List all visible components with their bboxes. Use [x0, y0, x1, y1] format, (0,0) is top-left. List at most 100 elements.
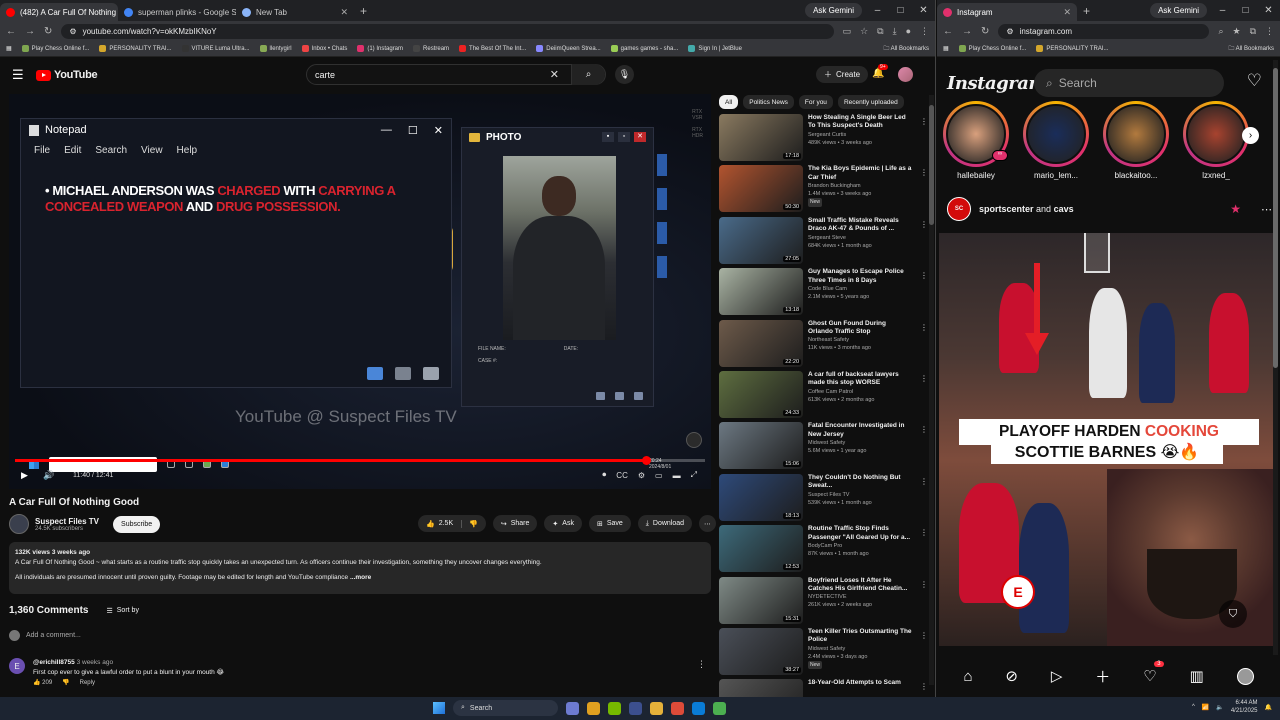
- ask-button[interactable]: ✦ Ask: [544, 515, 582, 532]
- scrollbar-thumb[interactable]: [929, 105, 934, 225]
- start-icon[interactable]: [433, 702, 445, 714]
- volume-icon[interactable]: 🔈: [1216, 704, 1223, 711]
- commenter-avatar[interactable]: E: [9, 658, 25, 674]
- video-thumbnail[interactable]: 18:13: [719, 473, 803, 521]
- channel-avatar[interactable]: [9, 514, 29, 534]
- progress-bar[interactable]: [15, 456, 705, 465]
- add-comment-row[interactable]: Add a comment...: [9, 630, 81, 641]
- bookmark-item[interactable]: Restream: [413, 45, 449, 52]
- video-menu-icon[interactable]: ⋮: [920, 117, 928, 126]
- copilot-icon[interactable]: [566, 701, 579, 715]
- youtube-logo[interactable]: YouTube: [36, 69, 98, 81]
- scrubber-handle[interactable]: [641, 456, 651, 465]
- video-thumbnail[interactable]: 15:06: [719, 422, 803, 470]
- tab-item[interactable]: New Tab ✕: [236, 3, 354, 21]
- video-channel[interactable]: Brandon Buckingham: [808, 182, 912, 190]
- recommended-video[interactable]: 38:27 Teen Killer Tries Outsmarting The P…: [719, 627, 931, 679]
- bookmark-item[interactable]: Play Chess Online f...: [958, 45, 1026, 52]
- video-title[interactable]: Teen Killer Tries Outsmarting The Police: [808, 628, 912, 645]
- theater-icon[interactable]: ▬: [673, 471, 681, 480]
- tab-item[interactable]: superman plinks - Google Sea✕: [118, 3, 236, 21]
- recommended-video[interactable]: 50:30 The Kia Boys Epidemic | Life as a C…: [719, 165, 931, 216]
- recommended-video[interactable]: 27:05 Small Traffic Mistake Reveals Draco…: [719, 216, 931, 268]
- site-info-icon[interactable]: ⚙: [69, 27, 76, 36]
- video-channel[interactable]: Midwest Safety: [808, 439, 912, 447]
- video-channel[interactable]: Sergeant Steve: [808, 234, 912, 242]
- video-menu-icon[interactable]: ⋮: [920, 425, 928, 434]
- bookmark-item[interactable]: games games - sha...: [610, 45, 678, 52]
- video-thumbnail[interactable]: 24:33: [719, 370, 803, 418]
- video-menu-icon[interactable]: ⋮: [920, 271, 928, 280]
- video-menu-icon[interactable]: ⋮: [920, 631, 928, 640]
- close-icon[interactable]: ✕: [1257, 5, 1280, 16]
- menu-icon[interactable]: ⋮: [1265, 26, 1274, 37]
- stories-next-icon[interactable]: ›: [1242, 127, 1259, 144]
- recommended-video[interactable]: 15:06 Fatal Encounter Investigated in New…: [719, 422, 931, 473]
- video-title[interactable]: How Stealing A Single Beer Led To This S…: [808, 114, 912, 131]
- bookmark-item[interactable]: llentygirl: [259, 45, 292, 52]
- video-thumbnail[interactable]: 22:20: [719, 319, 803, 367]
- video-menu-icon[interactable]: ⋮: [920, 220, 928, 229]
- comment-like-button[interactable]: 👍 209: [33, 678, 52, 688]
- create-button[interactable]: ＋ Create: [816, 66, 869, 83]
- notifications-heart-icon[interactable]: ♡: [1247, 71, 1262, 91]
- search-input[interactable]: carte: [315, 70, 335, 80]
- steam-icon[interactable]: [629, 701, 642, 715]
- reply-button[interactable]: Reply: [80, 678, 95, 688]
- video-title[interactable]: Fatal Encounter Investigated in New Jers…: [808, 422, 912, 439]
- story-item[interactable]: mario_lem...: [1023, 101, 1089, 186]
- scrollbar-thumb[interactable]: [1273, 68, 1278, 368]
- add-comment-input[interactable]: Add a comment...: [26, 632, 81, 639]
- home-icon[interactable]: ⌂: [963, 668, 972, 685]
- recommended-video[interactable]: 18:13 They Couldn't Do Nothing But Sweat.…: [719, 473, 931, 525]
- post-author[interactable]: sportscenter: [979, 204, 1034, 214]
- file-explorer-icon[interactable]: [587, 701, 600, 715]
- miniplayer-icon[interactable]: ▭: [655, 471, 663, 480]
- recommended-video[interactable]: 13:18 Guy Manages to Escape Police Three …: [719, 268, 931, 319]
- search-box[interactable]: carte ✕ ⌕: [306, 64, 606, 85]
- video-menu-icon[interactable]: ⋮: [920, 374, 928, 383]
- chrome-icon[interactable]: [671, 701, 684, 715]
- fullscreen-icon[interactable]: ⤢: [691, 470, 697, 480]
- video-channel[interactable]: Midwest Safety: [808, 645, 912, 653]
- video-thumbnail[interactable]: 12:53: [719, 525, 803, 573]
- video-thumbnail[interactable]: 13:18: [719, 268, 803, 316]
- video-channel[interactable]: BodyCam Pro: [808, 542, 912, 550]
- close-tab-icon[interactable]: ✕: [1063, 7, 1071, 18]
- show-more-link[interactable]: ...more: [350, 574, 371, 581]
- zoom-icon[interactable]: ⌕: [1218, 26, 1223, 37]
- video-channel[interactable]: NYDETECTIVE: [808, 593, 912, 601]
- notification-icon[interactable]: 🔔: [1265, 704, 1272, 711]
- nvidia-icon[interactable]: [608, 701, 621, 715]
- video-thumbnail[interactable]: [719, 679, 803, 697]
- recommended-video[interactable]: 18-Year-Old Attempts to Scam ⋮: [719, 679, 931, 697]
- new-tab-button[interactable]: +: [1077, 4, 1096, 18]
- video-channel[interactable]: Code Blue Cam: [808, 285, 912, 293]
- clock[interactable]: 6:44 AM 4/21/2025: [1231, 699, 1258, 715]
- video-title[interactable]: The Kia Boys Epidemic | Life as a Car Th…: [808, 165, 912, 182]
- comment-dislike-icon[interactable]: 👎: [62, 678, 69, 688]
- video-channel[interactable]: Coffee Cam Patrol: [808, 388, 912, 396]
- bookmark-item[interactable]: (1) Instagram: [357, 45, 403, 52]
- reload-icon[interactable]: ↻: [981, 26, 989, 37]
- filter-icon[interactable]: ⛉: [1219, 600, 1247, 628]
- channel-branding-button[interactable]: [686, 432, 702, 448]
- menu-icon[interactable]: ⋮: [920, 26, 929, 37]
- apps-icon[interactable]: ▦: [6, 45, 12, 52]
- apps-icon[interactable]: ▦: [943, 45, 949, 52]
- bookmark-item[interactable]: Inbox • Chats: [301, 45, 347, 52]
- close-tab-icon[interactable]: ✕: [340, 7, 348, 18]
- explore-icon[interactable]: ⊘: [1005, 667, 1018, 685]
- video-channel[interactable]: Suspect Files TV: [808, 491, 912, 499]
- minimize-icon[interactable]: –: [1211, 5, 1234, 16]
- account-avatar[interactable]: [898, 67, 913, 82]
- post-menu-icon[interactable]: ⋯: [1261, 203, 1272, 216]
- bookmark-item[interactable]: Sign In | JetBlue: [688, 45, 742, 52]
- taskbar-search[interactable]: ⌕ Search: [453, 700, 558, 716]
- download-button[interactable]: ⤓ Download: [637, 515, 693, 532]
- profile-avatar[interactable]: [1236, 667, 1254, 685]
- settings-icon[interactable]: ⚙: [638, 471, 645, 480]
- video-menu-icon[interactable]: ⋮: [920, 477, 928, 486]
- recommended-video[interactable]: 24:33 A car full of backseat lawyers made…: [719, 370, 931, 422]
- bookmark-item[interactable]: Play Chess Online f...: [21, 45, 89, 52]
